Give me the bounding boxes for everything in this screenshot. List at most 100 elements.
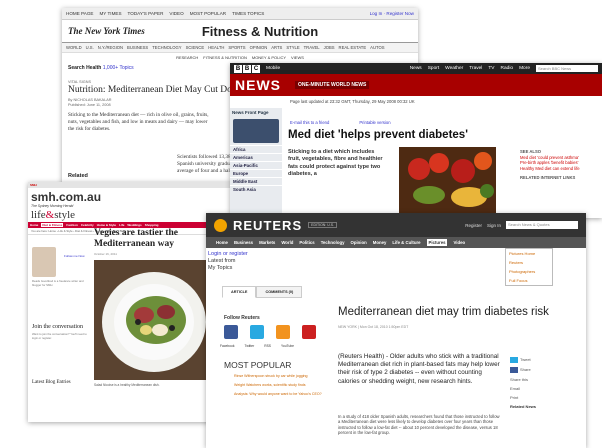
reuters-nav-item[interactable]: Technology: [321, 240, 345, 245]
print-button[interactable]: Print: [510, 395, 518, 400]
reuters-popular-item[interactable]: Rinse Witherspoon struck by car while jo…: [234, 374, 324, 379]
tweet-button[interactable]: Tweet: [520, 357, 531, 362]
bbc-nav-item[interactable]: More: [519, 66, 530, 71]
nyt-search-count[interactable]: 1,000+ Topics: [103, 65, 134, 71]
bbc-region-link[interactable]: Africa: [230, 145, 282, 153]
bbc-logo[interactable]: BBC: [234, 64, 260, 73]
smh-nav-item[interactable]: Shopping: [145, 223, 159, 227]
bbc-email-link[interactable]: E-mail this to a friend: [290, 120, 329, 125]
nyt-nav-item[interactable]: N.Y./REGION: [98, 45, 123, 50]
reuters-signin[interactable]: Sign In: [487, 223, 501, 228]
reuters-dropdown-item[interactable]: Full Focus: [509, 276, 549, 285]
reuters-nav-item[interactable]: Home: [216, 240, 228, 245]
nyt-nav-item[interactable]: JOBS: [324, 45, 335, 50]
bbc-region-link[interactable]: South Asia: [230, 185, 282, 193]
nyt-nav-item[interactable]: OPINION: [250, 45, 268, 50]
tab-article[interactable]: ARTICLE: [222, 286, 257, 298]
smh-salad-photo: [94, 260, 211, 380]
reuters-nav-item[interactable]: Video: [453, 240, 465, 245]
bbc-front-page-link[interactable]: News Front Page: [230, 108, 282, 117]
smh-logo[interactable]: smh.com.au: [28, 188, 238, 204]
nyt-top-link[interactable]: MY TIMES: [99, 11, 121, 16]
reuters-nav-item[interactable]: Business: [234, 240, 253, 245]
bbc-search-input[interactable]: Search BBC News: [536, 65, 598, 72]
rss-label[interactable]: RSS: [264, 344, 271, 348]
nyt-nav-item[interactable]: U.S.: [86, 45, 94, 50]
youtube-label[interactable]: YouTube: [281, 344, 294, 348]
nyt-subnav-item[interactable]: RESEARCH: [176, 55, 198, 60]
reuters-nav-item-active[interactable]: Pictures: [426, 239, 448, 246]
nyt-logo[interactable]: The New York Times: [68, 26, 148, 36]
smh-follow-link[interactable]: Follow me Now: [64, 254, 85, 258]
nyt-subnav-item[interactable]: FITNESS & NUTRITION: [203, 55, 247, 60]
smh-nav-item[interactable]: Home & Style: [97, 223, 116, 227]
nyt-nav-item[interactable]: SPORTS: [228, 45, 245, 50]
nyt-subnav-item[interactable]: MONEY & POLICY: [252, 55, 286, 60]
twitter-label[interactable]: Twitter: [244, 344, 254, 348]
nyt-nav-item[interactable]: AUTOS: [370, 45, 384, 50]
bbc-print-link[interactable]: Printable version: [359, 120, 390, 125]
reuters-nav-item[interactable]: Money: [373, 240, 387, 245]
bbc-mobile-link[interactable]: Mobile: [266, 66, 280, 71]
nyt-top-link[interactable]: TIMES TOPICS: [232, 11, 264, 16]
nyt-top-link[interactable]: HOME PAGE: [66, 11, 93, 16]
youtube-icon[interactable]: [302, 325, 316, 339]
email-button[interactable]: Email: [510, 386, 520, 391]
smh-nav-item[interactable]: Home: [30, 223, 38, 227]
nyt-top-link[interactable]: VIDEO: [169, 11, 183, 16]
reuters-popular-item[interactable]: Analysis: Why would anyone want to be Ya…: [234, 392, 324, 397]
bbc-region-link[interactable]: Europe: [230, 169, 282, 177]
nyt-nav-item[interactable]: WORLD: [66, 45, 82, 50]
nyt-top-link[interactable]: MOST POPULAR: [190, 11, 226, 16]
reuters-edition[interactable]: EDITION: U.S.: [308, 222, 338, 228]
reuters-nav-item[interactable]: Opinion: [351, 240, 367, 245]
reuters-nav-item[interactable]: Markets: [259, 240, 275, 245]
reuters-search-input[interactable]: Search News & Quotes: [506, 221, 578, 229]
reuters-dropdown-item[interactable]: Pictures Home: [509, 249, 549, 258]
nyt-top-link[interactable]: TODAY'S PAPER: [128, 11, 164, 16]
bbc-nav-item[interactable]: Sport: [428, 66, 439, 71]
bbc-region-link[interactable]: Asia-Pacific: [230, 161, 282, 169]
facebook-label[interactable]: Facebook: [220, 344, 234, 348]
reuters-register[interactable]: Register: [465, 223, 482, 228]
nyt-nav-item[interactable]: REAL ESTATE: [339, 45, 367, 50]
nyt-nav-item[interactable]: SCIENCE: [186, 45, 205, 50]
twitter-icon[interactable]: [250, 325, 264, 339]
bbc-region-link[interactable]: Middle East: [230, 177, 282, 185]
reuters-nav-item[interactable]: Life & Culture: [392, 240, 420, 245]
reuters-logo[interactable]: REUTERS: [233, 218, 302, 233]
nyt-nav-item[interactable]: TECHNOLOGY: [152, 45, 181, 50]
bbc-nav-item[interactable]: Radio: [501, 66, 514, 71]
nyt-nav-item[interactable]: BUSINESS: [127, 45, 148, 50]
bbc-nav-item[interactable]: Weather: [445, 66, 463, 71]
nyt-nav-item[interactable]: STYLE: [286, 45, 299, 50]
smh-nav-item-active[interactable]: Diet & Fitness: [41, 223, 64, 227]
nyt-nav-item[interactable]: ARTS: [271, 45, 282, 50]
smh-top-brand[interactable]: SMH: [30, 183, 37, 187]
rss-icon[interactable]: [276, 325, 290, 339]
reuters-popular-item[interactable]: Weight Watchers works, scientific study …: [234, 383, 324, 388]
nyt-nav-item[interactable]: TRAVEL: [304, 45, 320, 50]
smh-nav-item[interactable]: Weddings: [127, 223, 141, 227]
bbc-nav-item[interactable]: Travel: [469, 66, 482, 71]
nyt-login-link[interactable]: Log In · Register Now: [370, 11, 414, 16]
reuters-nav-item[interactable]: Politics: [299, 240, 314, 245]
nyt-subnav-item[interactable]: VIEWS: [291, 55, 304, 60]
bbc-nav-item[interactable]: TV: [488, 66, 494, 71]
bbc-nav-item[interactable]: News: [410, 66, 422, 71]
reuters-popular-list: Rinse Witherspoon struck by car while jo…: [234, 374, 324, 397]
nyt-nav-item[interactable]: HEALTH: [208, 45, 224, 50]
bbc-news-title[interactable]: NEWS: [235, 77, 281, 93]
bbc-see-also-link[interactable]: Healthy Med diet can extend life: [520, 166, 600, 172]
reuters-nav-item[interactable]: World: [281, 240, 293, 245]
smh-nav-item[interactable]: Life: [119, 223, 124, 227]
reuters-login-link[interactable]: Login or register: [208, 251, 248, 257]
reuters-dropdown-item[interactable]: Reuters Photographers: [509, 258, 549, 276]
bbc-region-link[interactable]: Americas: [230, 153, 282, 161]
smh-nav-item[interactable]: Fashion: [66, 223, 78, 227]
smh-nav-item[interactable]: Celebrity: [81, 223, 94, 227]
share-this-button[interactable]: Share this: [510, 377, 528, 382]
share-button[interactable]: Share: [520, 367, 531, 372]
tab-comments[interactable]: COMMENTS (0): [256, 286, 303, 298]
facebook-icon[interactable]: [224, 325, 238, 339]
